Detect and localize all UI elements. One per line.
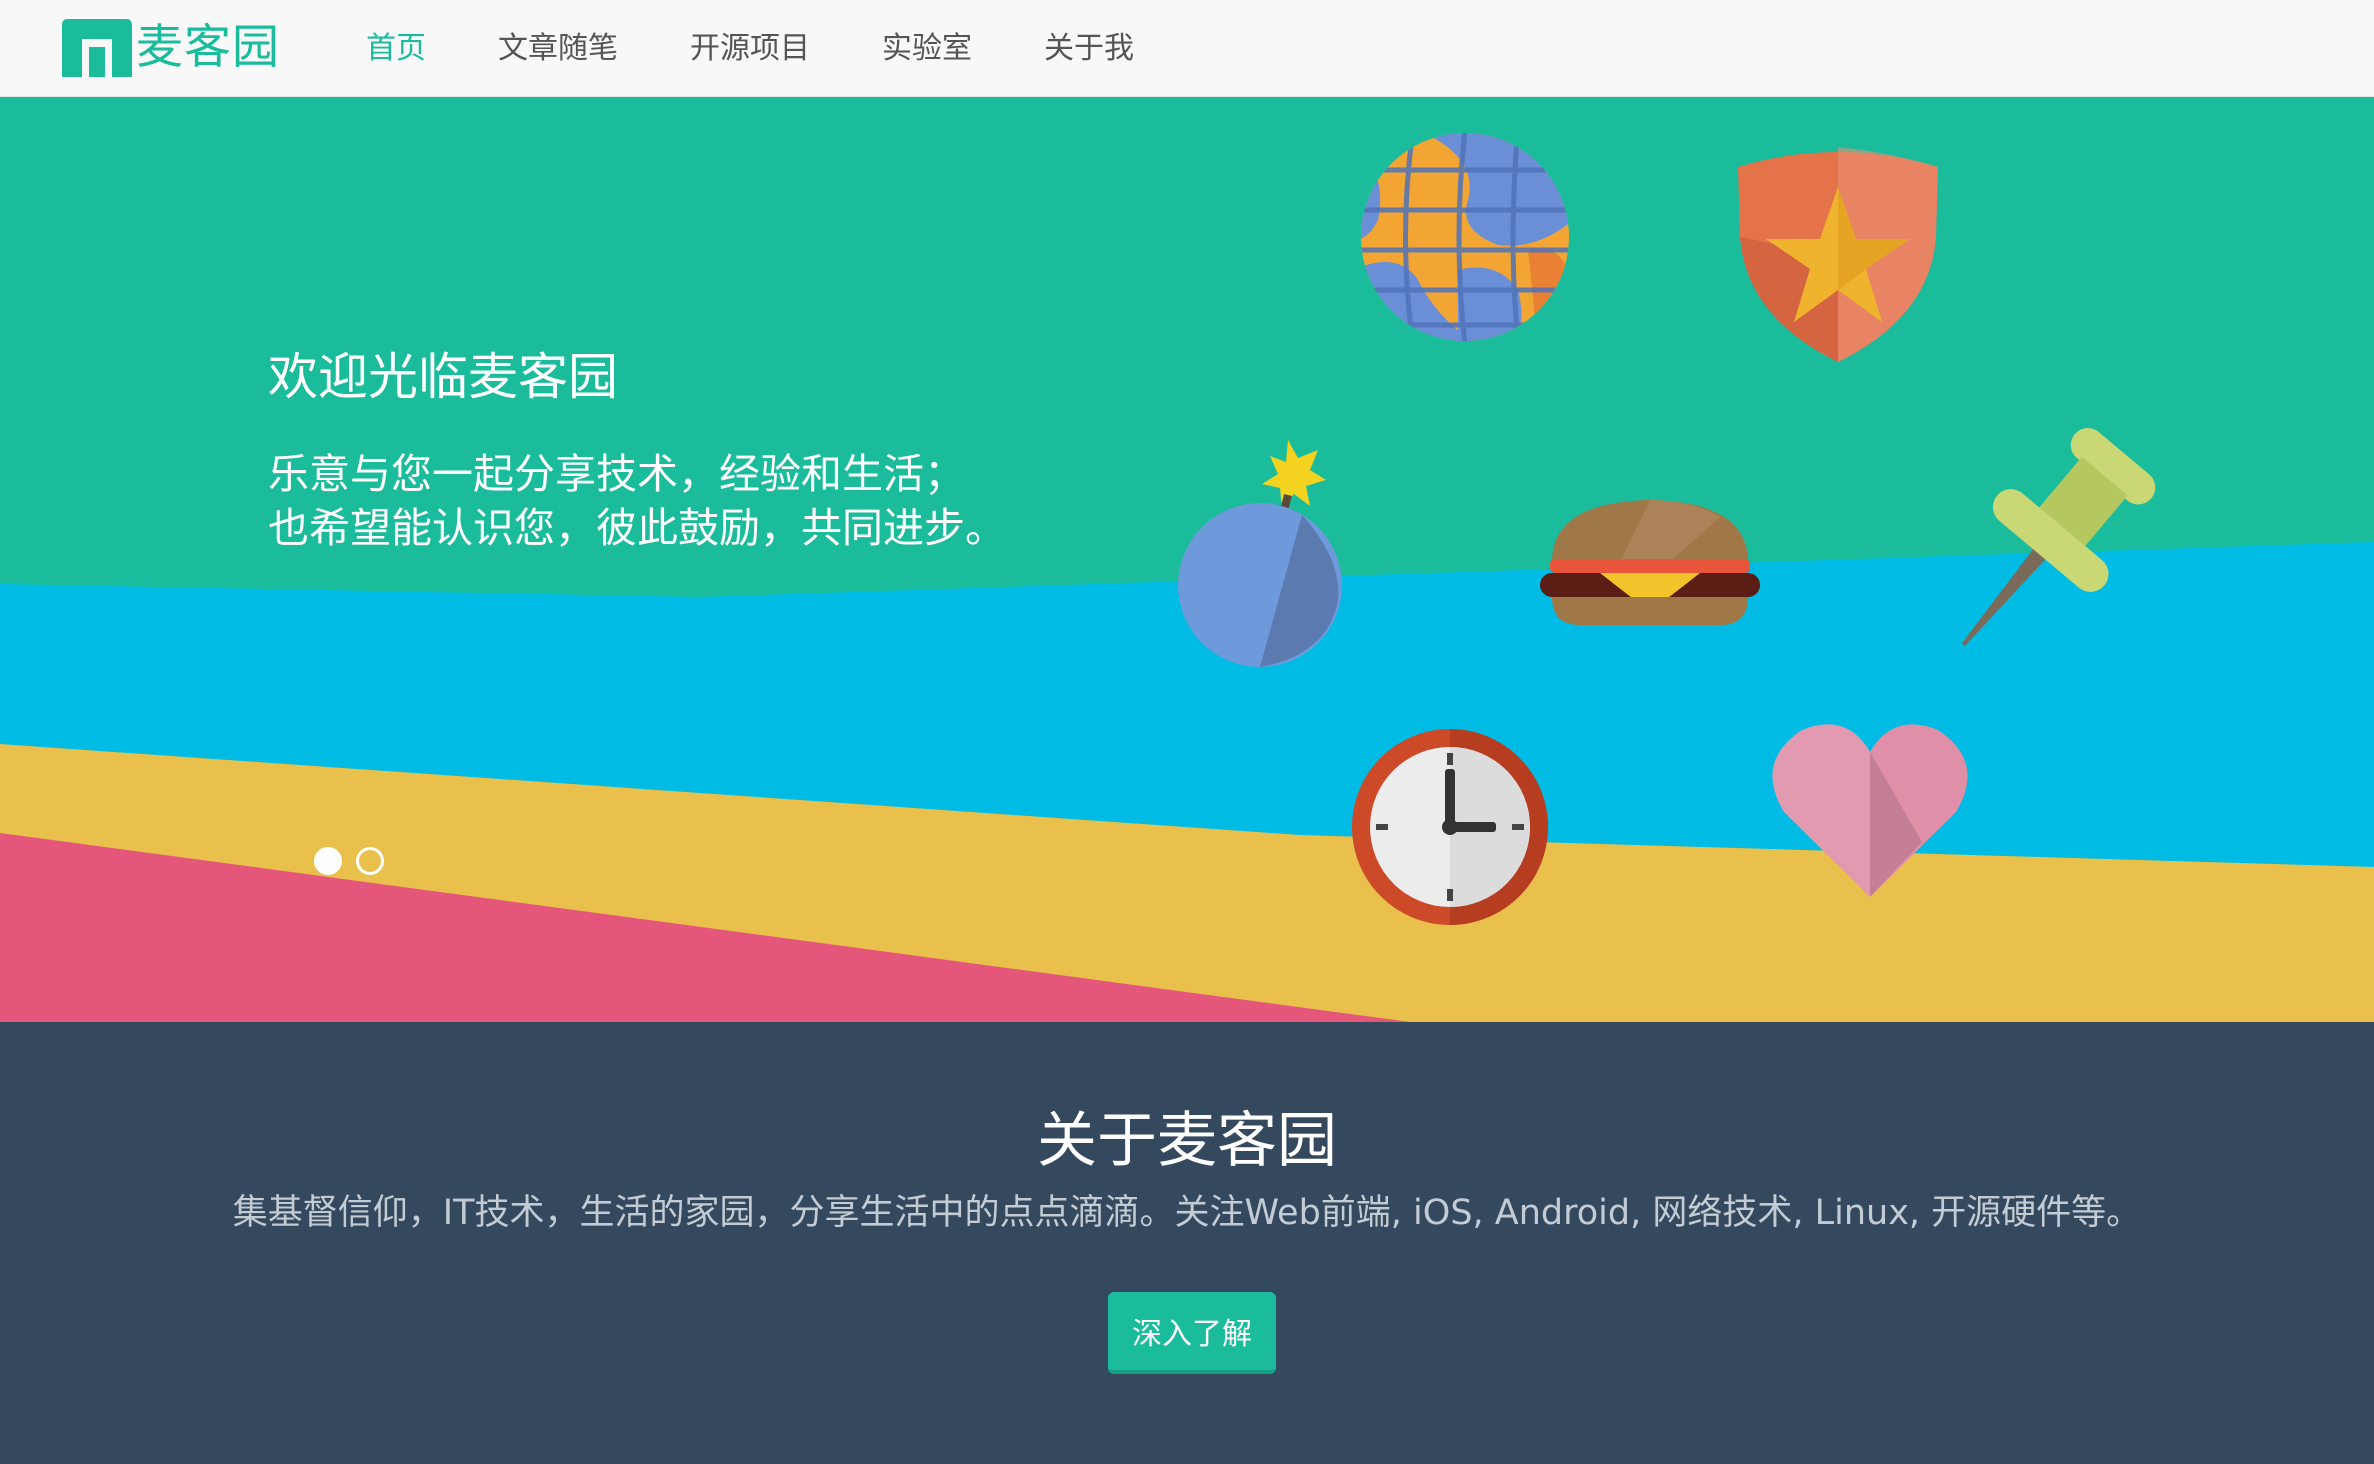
nav-item-about[interactable]: 关于我 xyxy=(1008,0,1170,97)
hero-carousel: 欢迎光临麦客园 乐意与您一起分享技术，经验和生活； 也希望能认识您，彼此鼓励，共… xyxy=(0,97,2374,1022)
hero-subtitle-line-1: 乐意与您一起分享技术，经验和生活； xyxy=(268,450,965,498)
brand-logo-icon xyxy=(62,19,132,77)
hero-title: 欢迎光临麦客园 xyxy=(268,348,618,406)
hero-subtitle-line-2: 也希望能认识您，彼此鼓励，共同进步。 xyxy=(268,504,1006,552)
learn-more-button[interactable]: 深入了解 xyxy=(1108,1292,1276,1374)
hero-subtitle: 乐意与您一起分享技术，经验和生活； 也希望能认识您，彼此鼓励，共同进步。 xyxy=(268,447,1006,555)
about-description: 集基督信仰，IT技术，生活的家园，分享生活中的点点滴滴。关注Web前端, iOS… xyxy=(232,1193,2142,1233)
burger-icon xyxy=(1540,500,1760,625)
carousel-dot-1[interactable] xyxy=(314,847,342,875)
carousel-indicators xyxy=(314,847,384,875)
about-title: 关于麦客园 xyxy=(1037,1106,1337,1176)
heart-icon xyxy=(1772,724,1968,897)
globe-icon xyxy=(1361,133,1569,341)
shield-star-icon xyxy=(1738,147,1938,362)
bomb-icon xyxy=(1178,440,1342,667)
carousel-dot-2[interactable] xyxy=(356,847,384,875)
main-nav: 首页 文章随笔 开源项目 实验室 关于我 xyxy=(330,0,1170,97)
brand-link[interactable]: 麦客园 xyxy=(62,18,280,78)
navbar: 麦客园 首页 文章随笔 开源项目 实验室 关于我 xyxy=(0,0,2374,97)
nav-item-projects[interactable]: 开源项目 xyxy=(654,0,846,97)
nav-item-home[interactable]: 首页 xyxy=(330,0,462,97)
brand-name: 麦客园 xyxy=(136,20,280,75)
pushpin-icon xyxy=(1961,428,2156,646)
about-section: 关于麦客园 集基督信仰，IT技术，生活的家园，分享生活中的点点滴滴。关注Web前… xyxy=(0,1022,2374,1464)
clock-icon xyxy=(1352,729,1548,925)
nav-item-lab[interactable]: 实验室 xyxy=(846,0,1008,97)
nav-item-articles[interactable]: 文章随笔 xyxy=(462,0,654,97)
